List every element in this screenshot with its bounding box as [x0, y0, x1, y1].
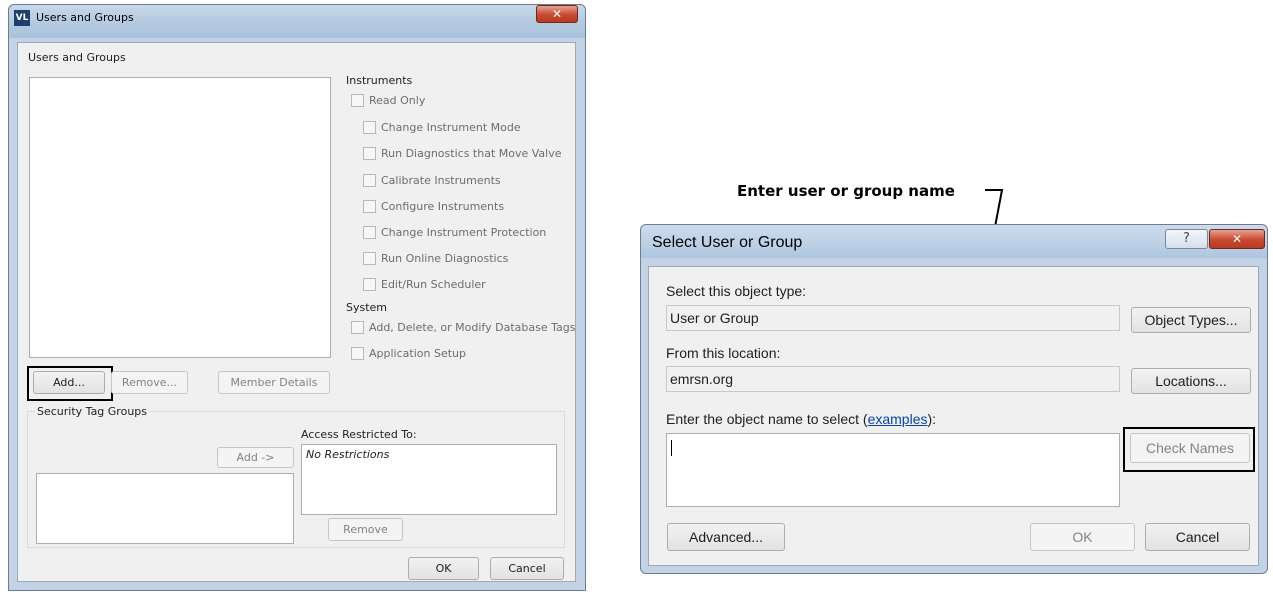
ok-button[interactable]: OK	[408, 557, 479, 580]
checkbox-label: Add, Delete, or Modify Database Tags	[369, 321, 576, 334]
location-label: From this location:	[666, 345, 781, 361]
add-arrow-button[interactable]: Add ->	[217, 447, 294, 468]
checkbox-box[interactable]	[363, 121, 376, 134]
app-icon: VL	[14, 10, 30, 26]
close-icon: ✕	[551, 7, 563, 21]
checkbox-label: Change Instrument Protection	[381, 226, 547, 239]
checkbox-box[interactable]	[363, 226, 376, 239]
object-type-field: User or Group	[666, 305, 1120, 331]
remove-tag-button[interactable]: Remove	[328, 518, 403, 541]
close-button-right[interactable]: ✕	[1209, 229, 1265, 249]
checkbox-change-instrument-protection[interactable]: Change Instrument Protection	[363, 226, 546, 239]
object-name-input[interactable]	[666, 433, 1120, 507]
enter-object-label: Enter the object name to select (example…	[666, 411, 936, 427]
close-button[interactable]: ✕	[536, 5, 578, 23]
checkbox-change-instrument-mode[interactable]: Change Instrument Mode	[363, 121, 521, 134]
ok-button-right[interactable]: OK	[1030, 523, 1135, 551]
security-tag-groups-list[interactable]	[36, 473, 294, 544]
text-cursor	[671, 440, 672, 456]
select-user-dialog: Select this object type: User or Group O…	[648, 266, 1259, 566]
checkbox-calibrate-instruments[interactable]: Calibrate Instruments	[363, 174, 501, 187]
cancel-button-right[interactable]: Cancel	[1145, 523, 1250, 551]
section-label-users-groups: Users and Groups	[28, 51, 126, 64]
annotation-label: Enter user or group name	[737, 182, 955, 200]
window-title: Users and Groups	[36, 11, 134, 24]
no-restrictions-text: No Restrictions	[306, 448, 390, 461]
select-user-title: Select User or Group	[652, 234, 803, 251]
checkbox-run-online-diagnostics[interactable]: Run Online Diagnostics	[363, 252, 508, 265]
checkbox-box[interactable]	[363, 278, 376, 291]
enter-object-label-prefix: Enter the object name to select (	[666, 411, 868, 427]
checkbox-application-setup[interactable]: Application Setup	[351, 347, 466, 360]
locations-button[interactable]: Locations...	[1131, 368, 1251, 394]
checkbox-read-only[interactable]: Read Only	[351, 94, 425, 107]
security-tag-groups-label: Security Tag Groups	[35, 405, 150, 418]
checkbox-label: Application Setup	[369, 347, 466, 360]
instruments-label: Instruments	[346, 74, 413, 87]
checkbox-box[interactable]	[363, 147, 376, 160]
add-button[interactable]: Add...	[33, 371, 105, 394]
checkbox-label: Read Only	[369, 94, 426, 107]
object-types-button[interactable]: Object Types...	[1131, 307, 1251, 333]
checkbox-label: Calibrate Instruments	[381, 174, 501, 187]
checkbox-run-diagnostics-move-valve[interactable]: Run Diagnostics that Move Valve	[363, 147, 562, 160]
checkbox-label: Run Online Diagnostics	[381, 252, 509, 265]
checkbox-box[interactable]	[363, 200, 376, 213]
help-icon: ?	[1183, 231, 1190, 246]
advanced-button[interactable]: Advanced...	[667, 523, 785, 551]
checkbox-label: Run Diagnostics that Move Valve	[381, 147, 562, 160]
checkbox-box[interactable]	[363, 174, 376, 187]
cancel-button[interactable]: Cancel	[490, 557, 564, 580]
member-details-button[interactable]: Member Details	[218, 371, 330, 394]
enter-object-label-suffix: ):	[927, 411, 937, 427]
remove-button[interactable]: Remove...	[111, 371, 188, 394]
checkbox-label: Edit/Run Scheduler	[381, 278, 486, 291]
checkbox-label: Configure Instruments	[381, 200, 505, 213]
users-groups-list[interactable]	[29, 77, 331, 358]
object-type-label: Select this object type:	[666, 283, 807, 299]
checkbox-edit-run-scheduler[interactable]: Edit/Run Scheduler	[363, 278, 486, 291]
checkbox-modify-database-tags[interactable]: Add, Delete, or Modify Database Tags	[351, 321, 575, 334]
access-restricted-label: Access Restricted To:	[301, 428, 417, 441]
access-restricted-list[interactable]: No Restrictions	[301, 444, 557, 515]
users-groups-dialog: Users and Groups Instruments Read Only C…	[17, 42, 576, 582]
checkbox-box[interactable]	[351, 347, 364, 360]
examples-link[interactable]: examples	[868, 411, 928, 427]
checkbox-label: Change Instrument Mode	[381, 121, 521, 134]
close-icon: ✕	[1231, 232, 1243, 246]
check-names-button[interactable]: Check Names	[1130, 433, 1250, 463]
help-button[interactable]: ?	[1165, 229, 1208, 249]
location-field: emrsn.org	[666, 366, 1120, 392]
system-label: System	[346, 301, 388, 314]
checkbox-box[interactable]	[351, 321, 364, 334]
checkbox-box[interactable]	[363, 252, 376, 265]
checkbox-box[interactable]	[351, 94, 364, 107]
checkbox-configure-instruments[interactable]: Configure Instruments	[363, 200, 504, 213]
